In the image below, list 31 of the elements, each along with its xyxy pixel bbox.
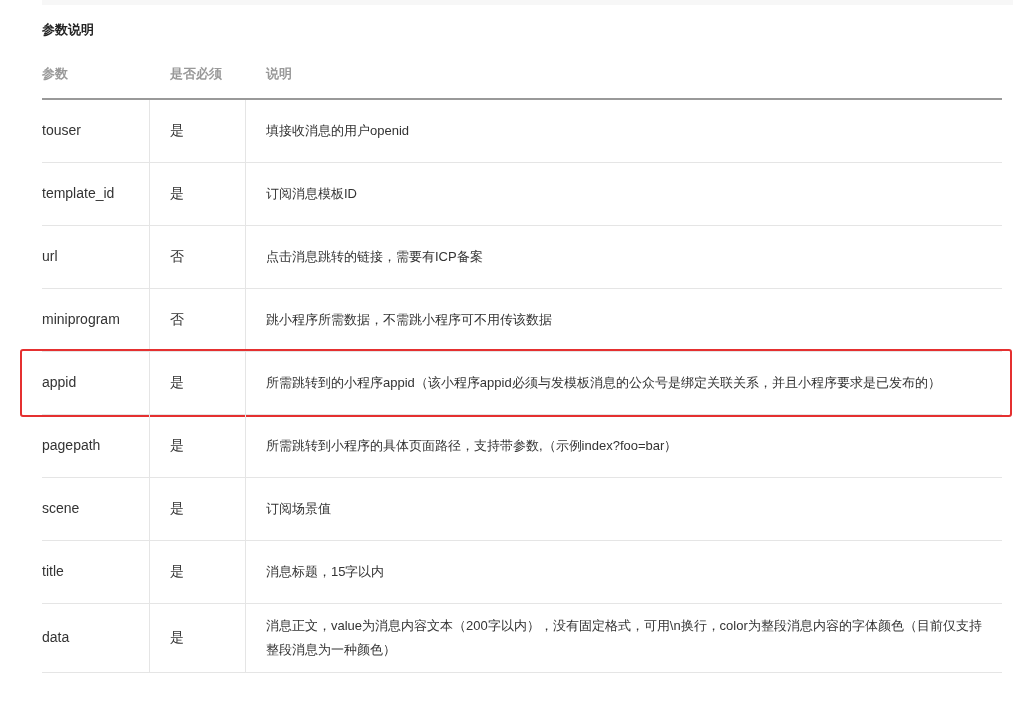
table-cell-text: 跳小程序所需数据，不需跳小程序可不用传该数据	[266, 310, 552, 329]
table-cell-text: 所需跳转到小程序的具体页面路径，支持带参数,（示例index?foo=bar）	[266, 436, 678, 455]
table-cell-text: appid	[42, 373, 77, 392]
table-cell-text: pagepath	[42, 436, 101, 455]
table-cell-text: 是	[170, 184, 184, 203]
table-cell-text: url	[42, 247, 58, 266]
column-header: 参数	[42, 65, 68, 81]
section-title: 参数说明	[42, 21, 94, 39]
table-cell-text: data	[42, 628, 70, 647]
table-cell-text: 否	[170, 247, 184, 266]
table-cell-text: title	[42, 562, 64, 581]
table-cell-text: 消息标题，15字以内	[266, 562, 385, 581]
table-cell-text: 订阅场景值	[266, 499, 331, 518]
table-cell-text: 填接收消息的用户openid	[266, 121, 410, 140]
table-cell-text: touser	[42, 121, 81, 140]
table-cell-text: 点击消息跳转的链接，需要有ICP备案	[266, 247, 483, 266]
table-cell-text: 是	[170, 436, 184, 455]
table-cell-text: 是	[170, 121, 184, 140]
table-cell-text: miniprogram	[42, 310, 120, 329]
table-cell-text: template_id	[42, 184, 115, 203]
table-cell-text: 订阅消息模板ID	[266, 184, 357, 203]
table-cell-text: 消息正文，value为消息内容文本（200字以内），没有固定格式，可用\n换行，color为整段消息内容的字体颜色（目前仅支持整段消息为一种颜色）	[266, 616, 983, 659]
table-cell-text: 所需跳转到的小程序appid（该小程序appid必须与发模板消息的公众号是绑定关联关系，并且小程序要求是已发布的）	[266, 373, 941, 392]
table-cell-text: 是	[170, 373, 184, 392]
table-cell-text: 否	[170, 310, 184, 329]
table-cell-text: 是	[170, 628, 184, 647]
column-header: 说明	[266, 65, 292, 81]
table-cell-text: 是	[170, 499, 184, 518]
table-cell-text: scene	[42, 499, 80, 518]
column-header: 是否必须	[170, 65, 222, 81]
table-cell-text: 是	[170, 562, 184, 581]
